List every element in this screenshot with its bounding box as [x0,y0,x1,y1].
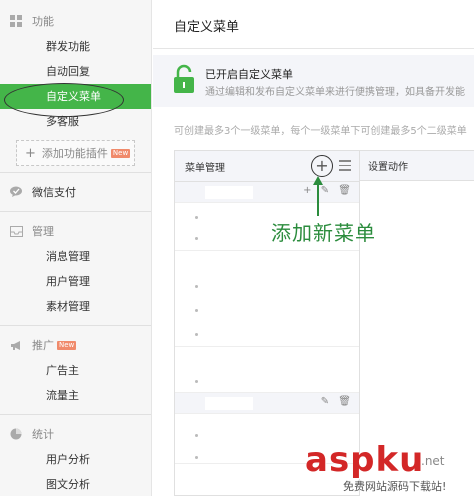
main-content: 自定义菜单 已开启自定义菜单 通过编辑和发布自定义菜单来进行便携管理，如具备开发… [153,0,474,496]
add-plugin-button[interactable]: + 添加功能插件 New [16,140,135,166]
sort-icon[interactable] [339,160,351,172]
add-submenu-icon[interactable]: + [303,185,311,196]
list-item [195,333,198,336]
edit-icon[interactable]: ✎ [321,396,329,407]
plus-icon: + [25,145,36,161]
add-plugin-label: 添加功能插件 [41,147,108,160]
megaphone-icon [9,338,23,352]
panel-header: 菜单管理 + [175,151,359,182]
sidebar-item-custom-menu[interactable]: 自定义菜单 [0,84,151,109]
menu-management-panel: 菜单管理 + + ✎ 🗑 ✎ � [174,150,360,496]
group-title: 微信支付 [32,186,76,199]
delete-icon[interactable]: 🗑 [338,396,351,407]
sidebar-item-advertiser[interactable]: 广告主 [0,358,151,383]
add-menu-button[interactable]: + [311,155,333,177]
sidebar-item-users[interactable]: 用户管理 [0,269,151,294]
group-promotion: 推广 New [0,332,151,358]
menu-limit-hint: 可创建最多3个一级菜单，每个一级菜单下可创建最多5个二级菜单 [174,126,467,137]
submenu-list [175,414,359,464]
list-item [195,309,198,312]
group-title: 功能 [32,15,54,28]
sidebar-item-user-analytics[interactable]: 用户分析 [0,447,151,472]
divider [0,325,151,326]
inbox-icon [9,224,23,238]
group-manage: 管理 [0,218,151,244]
divider [0,172,151,173]
new-badge: New [57,340,77,350]
delete-icon[interactable]: 🗑 [338,185,351,196]
group-stats: 统计 [0,421,151,447]
sidebar-item-wechat-pay[interactable]: 微信支付 [0,179,151,205]
grid-icon [9,14,23,28]
group-title: 统计 [32,428,54,441]
lock-icon [174,64,194,93]
divider [0,414,151,415]
divider [0,211,151,212]
menu-item-row[interactable]: + ✎ 🗑 [175,182,359,203]
menu-item-row[interactable]: ✎ 🗑 [175,393,359,414]
submenu-list [175,251,359,347]
wechat-pay-icon [9,185,23,199]
divider [153,48,474,49]
sidebar-item-customer-service[interactable]: 多客服 [0,109,151,134]
settings-panel [360,181,474,496]
group-title: 推广 [32,339,54,352]
sidebar-item-auto-reply[interactable]: 自动回复 [0,59,151,84]
sidebar-item-messages[interactable]: 消息管理 [0,244,151,269]
notice-title: 已开启自定义菜单 [205,68,293,81]
sidebar-item-publisher[interactable]: 流量主 [0,383,151,408]
menu-item-name [205,397,253,410]
row-tools: ✎ 🗑 [315,396,351,407]
menu-item-name [205,186,253,199]
notice-description: 通过编辑和发布自定义菜单来进行便携管理，如具备开发能 [205,87,465,98]
group-features: 功能 [0,8,151,34]
list-item [195,285,198,288]
submenu-list [175,347,359,393]
page-title: 自定义菜单 [174,20,240,35]
status-notice: 已开启自定义菜单 通过编辑和发布自定义菜单来进行便携管理，如具备开发能 [153,55,474,107]
annotation-label: 添加新菜单 [271,221,376,245]
list-item [195,456,198,459]
sidebar-item-mass-send[interactable]: 群发功能 [0,34,151,59]
list-item [195,380,198,383]
arrow-icon [313,176,323,216]
list-item [195,237,198,240]
list-item [195,216,198,219]
new-badge: New [110,148,131,158]
panel-title: 菜单管理 [185,162,225,174]
row-tools: + ✎ 🗑 [297,185,351,196]
sidebar-item-article-analytics[interactable]: 图文分析 [0,472,151,496]
settings-header: 设置动作 [360,150,474,181]
sidebar-item-materials[interactable]: 素材管理 [0,294,151,319]
pie-icon [9,427,23,441]
plus-icon: + [315,156,329,175]
list-item [195,434,198,437]
sidebar: 功能 群发功能 自动回复 自定义菜单 多客服 + 添加功能插件 New 微信支付… [0,0,152,496]
group-title: 管理 [32,225,54,238]
